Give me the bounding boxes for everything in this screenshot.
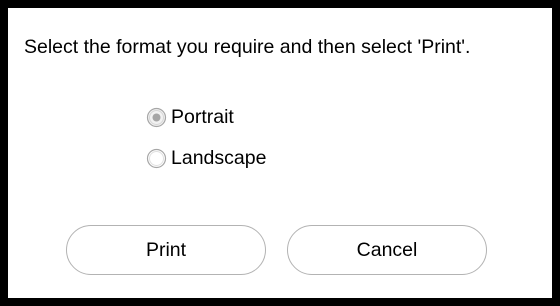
dialog-message: Select the format you require and then s… bbox=[24, 36, 471, 58]
portrait-label: Portrait bbox=[171, 106, 234, 128]
portrait-option[interactable]: Portrait bbox=[146, 106, 234, 129]
radio-unselected-icon[interactable] bbox=[146, 148, 167, 169]
cancel-button[interactable]: Cancel bbox=[287, 225, 487, 275]
landscape-option[interactable]: Landscape bbox=[146, 147, 266, 170]
landscape-label: Landscape bbox=[171, 147, 267, 169]
print-button[interactable]: Print bbox=[66, 225, 266, 275]
radio-selected-icon[interactable] bbox=[146, 107, 167, 128]
print-format-dialog: Select the format you require and then s… bbox=[8, 8, 552, 298]
